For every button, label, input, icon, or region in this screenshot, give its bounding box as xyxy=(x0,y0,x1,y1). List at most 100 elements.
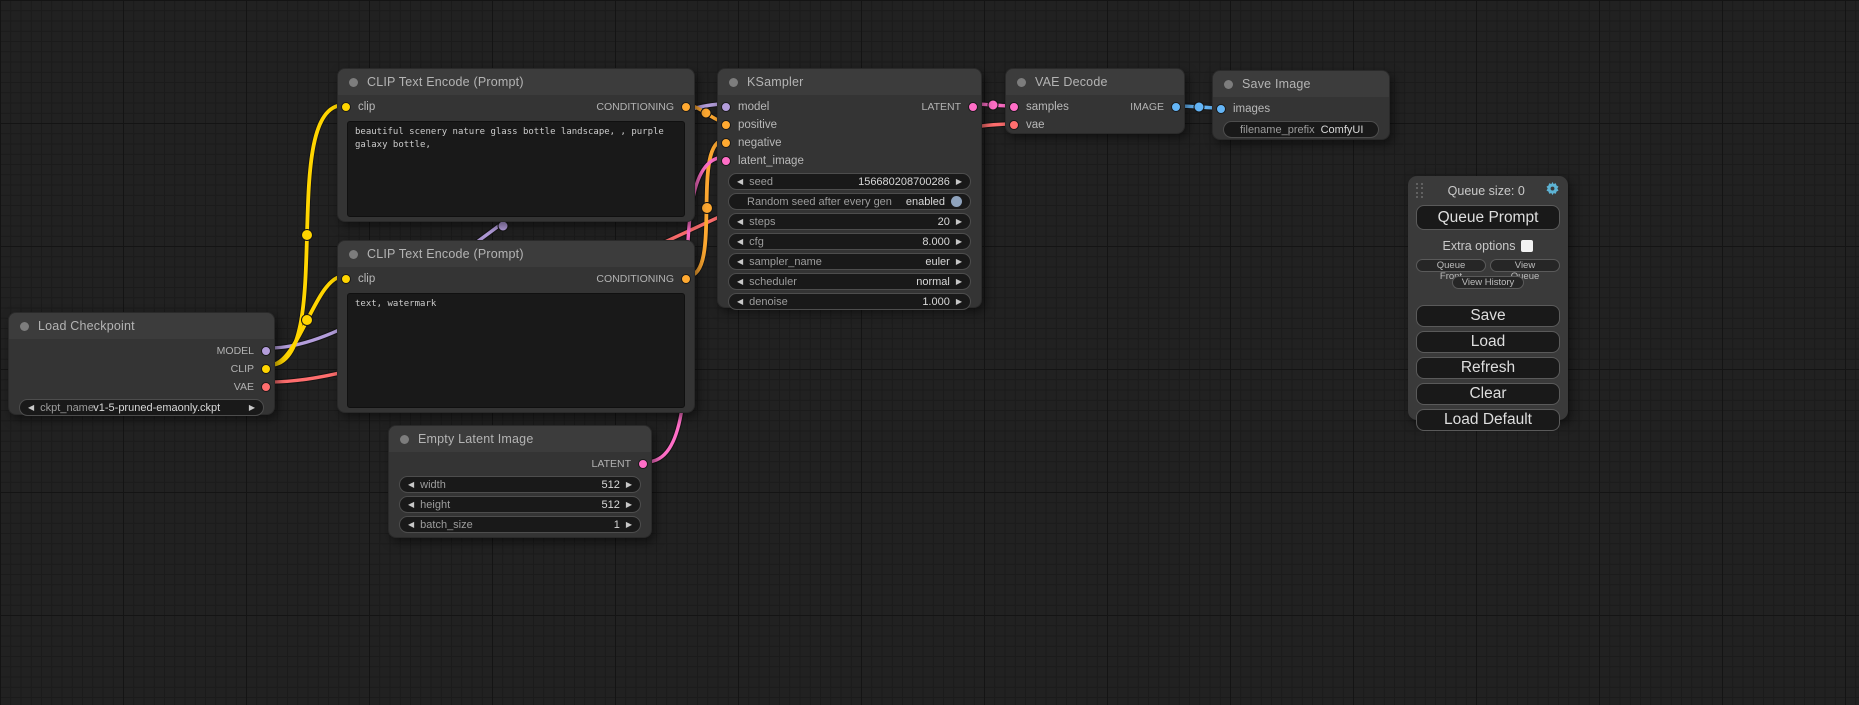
arrow-left-icon[interactable]: ◀ xyxy=(737,218,743,226)
node-title-bar[interactable]: KSampler xyxy=(718,69,981,95)
input-slot-samples[interactable]: samples xyxy=(1006,98,1069,116)
output-slot-image[interactable]: IMAGE xyxy=(1130,98,1184,116)
view-queue-button[interactable]: View Queue xyxy=(1490,259,1560,272)
node-title-bar[interactable]: CLIP Text Encode (Prompt) xyxy=(338,241,694,267)
queue-front-button[interactable]: Queue Front xyxy=(1416,259,1486,272)
arrow-right-icon[interactable]: ▶ xyxy=(626,481,632,489)
input-slot-clip[interactable]: clip xyxy=(338,270,375,288)
latent-output-dot[interactable] xyxy=(968,102,978,112)
input-slot-positive[interactable]: positive xyxy=(718,116,981,134)
node-title-bar[interactable]: CLIP Text Encode (Prompt) xyxy=(338,69,694,95)
input-slot-clip[interactable]: clip xyxy=(338,98,375,116)
output-slot-latent[interactable]: LATENT xyxy=(389,455,651,473)
steps-widget[interactable]: ◀ steps 20 ▶ xyxy=(728,213,971,230)
arrow-right-icon[interactable]: ▶ xyxy=(956,298,962,306)
image-output-dot[interactable] xyxy=(1171,102,1181,112)
load-button[interactable]: Load xyxy=(1416,331,1560,353)
arrow-left-icon[interactable]: ◀ xyxy=(737,258,743,266)
node-clip-text-encode-positive[interactable]: CLIP Text Encode (Prompt) clip CONDITION… xyxy=(337,68,695,222)
conditioning-output-dot[interactable] xyxy=(681,274,691,284)
seed-widget[interactable]: ◀ seed 156680208700286 ▶ xyxy=(728,173,971,190)
node-vae-decode[interactable]: VAE Decode samples IMAGE vae xyxy=(1005,68,1185,134)
arrow-right-icon[interactable]: ▶ xyxy=(956,258,962,266)
clip-input-dot[interactable] xyxy=(341,274,351,284)
settings-gear-icon[interactable] xyxy=(1545,181,1560,201)
output-slot-model[interactable]: MODEL xyxy=(9,342,274,360)
node-title-bar[interactable]: Save Image xyxy=(1213,71,1389,97)
cfg-widget[interactable]: ◀ cfg 8.000 ▶ xyxy=(728,233,971,250)
collapse-dot-icon[interactable] xyxy=(400,435,409,444)
save-button[interactable]: Save xyxy=(1416,305,1560,327)
latent-image-input-dot[interactable] xyxy=(721,156,731,166)
node-empty-latent-image[interactable]: Empty Latent Image LATENT ◀ width 512 ▶ … xyxy=(388,425,652,538)
input-slot-images[interactable]: images xyxy=(1213,100,1389,118)
arrow-right-icon[interactable]: ▶ xyxy=(956,238,962,246)
ckpt-name-widget[interactable]: ◀ ckpt_name v1-5-pruned-emaonly.ckpt ▶ xyxy=(19,399,264,416)
scheduler-widget[interactable]: ◀ scheduler normal ▶ xyxy=(728,273,971,290)
denoise-widget[interactable]: ◀ denoise 1.000 ▶ xyxy=(728,293,971,310)
arrow-right-icon[interactable]: ▶ xyxy=(956,178,962,186)
collapse-dot-icon[interactable] xyxy=(349,78,358,87)
node-title-bar[interactable]: Empty Latent Image xyxy=(389,426,651,452)
sampler-name-widget[interactable]: ◀ sampler_name euler ▶ xyxy=(728,253,971,270)
negative-prompt-textarea[interactable]: text, watermark xyxy=(347,293,685,408)
clear-button[interactable]: Clear xyxy=(1416,383,1560,405)
random-seed-toggle-widget[interactable]: Random seed after every gen enabled xyxy=(728,193,971,210)
batch-size-widget[interactable]: ◀ batch_size 1 ▶ xyxy=(399,516,641,533)
arrow-left-icon[interactable]: ◀ xyxy=(408,481,414,489)
arrow-right-icon[interactable]: ▶ xyxy=(956,218,962,226)
input-slot-latent-image[interactable]: latent_image xyxy=(718,152,981,170)
positive-prompt-textarea[interactable]: beautiful scenery nature glass bottle la… xyxy=(347,121,685,217)
collapse-dot-icon[interactable] xyxy=(1017,78,1026,87)
model-output-dot[interactable] xyxy=(261,346,271,356)
arrow-left-icon[interactable]: ◀ xyxy=(737,238,743,246)
images-input-dot[interactable] xyxy=(1216,104,1226,114)
node-title-bar[interactable]: VAE Decode xyxy=(1006,69,1184,95)
vae-output-dot[interactable] xyxy=(261,382,271,392)
output-slot-vae[interactable]: VAE xyxy=(9,378,274,396)
conditioning-output-dot[interactable] xyxy=(681,102,691,112)
view-history-button[interactable]: View History xyxy=(1452,276,1525,289)
collapse-dot-icon[interactable] xyxy=(729,78,738,87)
clip-output-dot[interactable] xyxy=(261,364,271,374)
node-title-bar[interactable]: Load Checkpoint xyxy=(9,313,274,339)
arrow-right-icon[interactable]: ▶ xyxy=(626,521,632,529)
positive-input-dot[interactable] xyxy=(721,120,731,130)
arrow-left-icon[interactable]: ◀ xyxy=(737,178,743,186)
output-slot-conditioning[interactable]: CONDITIONING xyxy=(596,98,694,116)
arrow-left-icon[interactable]: ◀ xyxy=(737,278,743,286)
queue-prompt-button[interactable]: Queue Prompt xyxy=(1416,205,1560,230)
vae-input-dot[interactable] xyxy=(1009,120,1019,130)
model-input-dot[interactable] xyxy=(721,102,731,112)
queue-menu-panel[interactable]: Queue size: 0 Queue Prompt Extra options… xyxy=(1408,176,1568,420)
toggle-enabled-icon[interactable] xyxy=(951,196,962,207)
filename-prefix-widget[interactable]: filename_prefix ComfyUI xyxy=(1223,121,1379,138)
input-slot-negative[interactable]: negative xyxy=(718,134,981,152)
input-slot-model[interactable]: model xyxy=(718,98,769,116)
collapse-dot-icon[interactable] xyxy=(1224,80,1233,89)
samples-input-dot[interactable] xyxy=(1009,102,1019,112)
arrow-right-icon[interactable]: ▶ xyxy=(249,404,255,412)
load-default-button[interactable]: Load Default xyxy=(1416,409,1560,431)
output-slot-clip[interactable]: CLIP xyxy=(9,360,274,378)
arrow-left-icon[interactable]: ◀ xyxy=(408,521,414,529)
latent-output-dot[interactable] xyxy=(638,459,648,469)
extra-options-checkbox[interactable] xyxy=(1521,240,1533,252)
arrow-left-icon[interactable]: ◀ xyxy=(737,298,743,306)
width-widget[interactable]: ◀ width 512 ▶ xyxy=(399,476,641,493)
node-clip-text-encode-negative[interactable]: CLIP Text Encode (Prompt) clip CONDITION… xyxy=(337,240,695,413)
node-save-image[interactable]: Save Image images filename_prefix ComfyU… xyxy=(1212,70,1390,140)
collapse-dot-icon[interactable] xyxy=(349,250,358,259)
collapse-dot-icon[interactable] xyxy=(20,322,29,331)
clip-input-dot[interactable] xyxy=(341,102,351,112)
drag-handle-icon[interactable] xyxy=(1416,183,1424,200)
arrow-right-icon[interactable]: ▶ xyxy=(626,501,632,509)
arrow-right-icon[interactable]: ▶ xyxy=(956,278,962,286)
negative-input-dot[interactable] xyxy=(721,138,731,148)
refresh-button[interactable]: Refresh xyxy=(1416,357,1560,379)
input-slot-vae[interactable]: vae xyxy=(1006,116,1184,134)
arrow-left-icon[interactable]: ◀ xyxy=(408,501,414,509)
arrow-left-icon[interactable]: ◀ xyxy=(28,404,34,412)
output-slot-latent[interactable]: LATENT xyxy=(922,98,981,116)
height-widget[interactable]: ◀ height 512 ▶ xyxy=(399,496,641,513)
